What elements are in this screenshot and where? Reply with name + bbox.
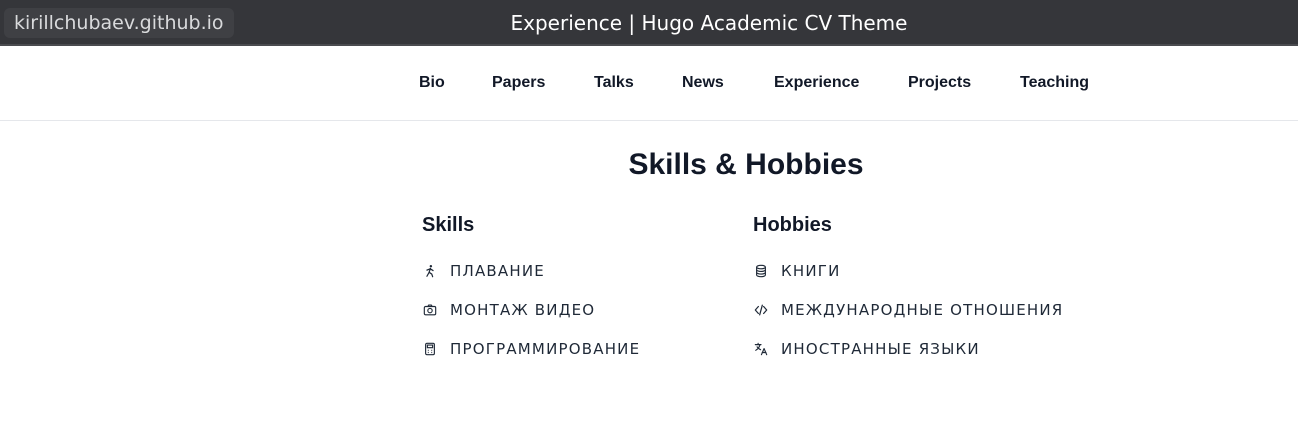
nav-link-papers[interactable]: Papers bbox=[492, 74, 545, 92]
skill-item-swimming: ПЛАВАНИЕ bbox=[422, 260, 545, 282]
running-person-icon bbox=[422, 263, 438, 279]
hobby-item-books: КНИГИ bbox=[753, 260, 841, 282]
hobbies-heading: Hobbies bbox=[753, 214, 832, 236]
nav-link-news[interactable]: News bbox=[682, 74, 724, 92]
skills-column: Skills ПЛАВАНИЕ МОНТАЖ ВИДЕО ПРОГРАММИРО… bbox=[422, 212, 742, 358]
skill-label: ПЛАВАНИЕ bbox=[450, 262, 545, 280]
nav-link-bio[interactable]: Bio bbox=[419, 74, 445, 92]
code-icon bbox=[753, 302, 769, 318]
hobby-label: МЕЖДУНАРОДНЫЕ ОТНОШЕНИЯ bbox=[781, 301, 1064, 319]
skills-heading: Skills bbox=[422, 214, 475, 236]
hobby-label: ИНОСТРАННЫЕ ЯЗЫКИ bbox=[781, 340, 980, 358]
nav-link-teaching[interactable]: Teaching bbox=[1020, 74, 1089, 92]
nav-link-projects[interactable]: Projects bbox=[908, 74, 971, 92]
hobby-item-foreign-languages: ИНОСТРАННЫЕ ЯЗЫКИ bbox=[753, 338, 980, 360]
camera-icon bbox=[422, 302, 438, 318]
hobby-label: КНИГИ bbox=[781, 262, 841, 280]
skill-item-programming: ПРОГРАММИРОВАНИЕ bbox=[422, 338, 640, 360]
section-title: Skills & Hobbies bbox=[628, 148, 864, 181]
hobbies-column: Hobbies КНИГИ МЕЖДУНАРОДНЫЕ ОТНОШЕНИЯ ИН… bbox=[753, 212, 1073, 358]
skill-label: МОНТАЖ ВИДЕО bbox=[450, 301, 596, 319]
calculator-icon bbox=[422, 341, 438, 357]
skill-label: ПРОГРАММИРОВАНИЕ bbox=[450, 340, 641, 358]
nav-link-talks[interactable]: Talks bbox=[594, 74, 634, 92]
database-icon bbox=[753, 263, 769, 279]
translate-icon bbox=[753, 341, 769, 357]
hobby-item-international-relations: МЕЖДУНАРОДНЫЕ ОТНОШЕНИЯ bbox=[753, 299, 1063, 321]
skill-item-video-editing: МОНТАЖ ВИДЕО bbox=[422, 299, 595, 321]
site-nav: Bio Papers Talks News Experience Project… bbox=[0, 48, 1298, 121]
browser-titlebar: kirillchubaev.github.io Experience | Hug… bbox=[0, 0, 1298, 46]
nav-link-experience[interactable]: Experience bbox=[774, 74, 859, 92]
window-title: Experience | Hugo Academic CV Theme bbox=[510, 11, 908, 35]
